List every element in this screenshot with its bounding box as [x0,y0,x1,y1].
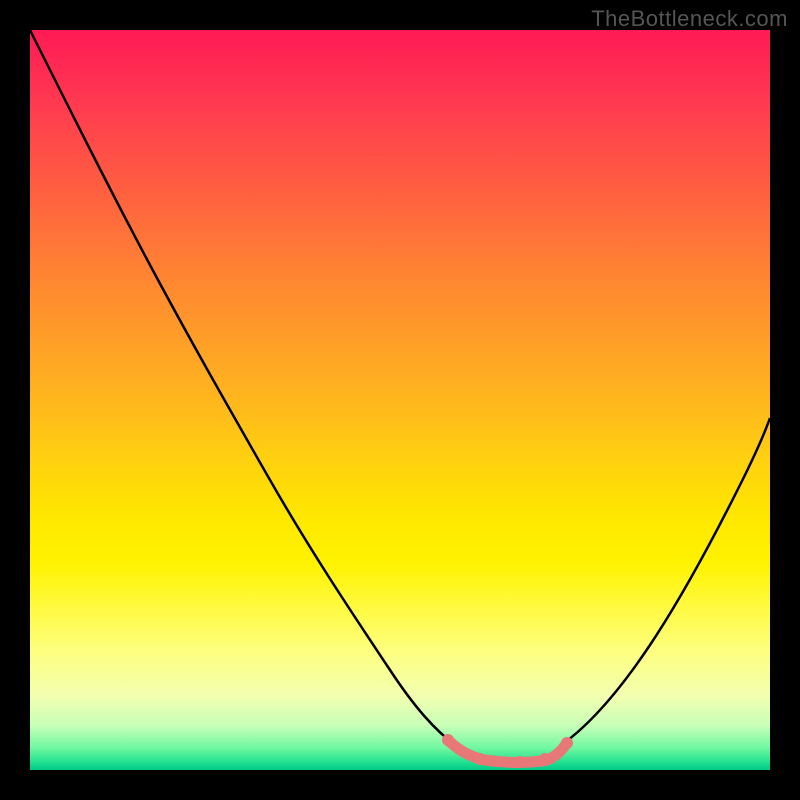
curve-right [560,418,770,746]
highlight-dot-left [442,734,454,746]
highlight-dot-right [561,737,573,749]
curve-left [30,30,455,745]
watermark-text: TheBottleneck.com [591,6,788,32]
chart-container: TheBottleneck.com [0,0,800,800]
highlight-dot-mid1 [474,753,486,765]
bottleneck-curve-svg [30,30,770,770]
plot-area [30,30,770,770]
highlight-dot-mid2 [514,756,526,768]
highlight-dot-mid3 [539,753,551,765]
